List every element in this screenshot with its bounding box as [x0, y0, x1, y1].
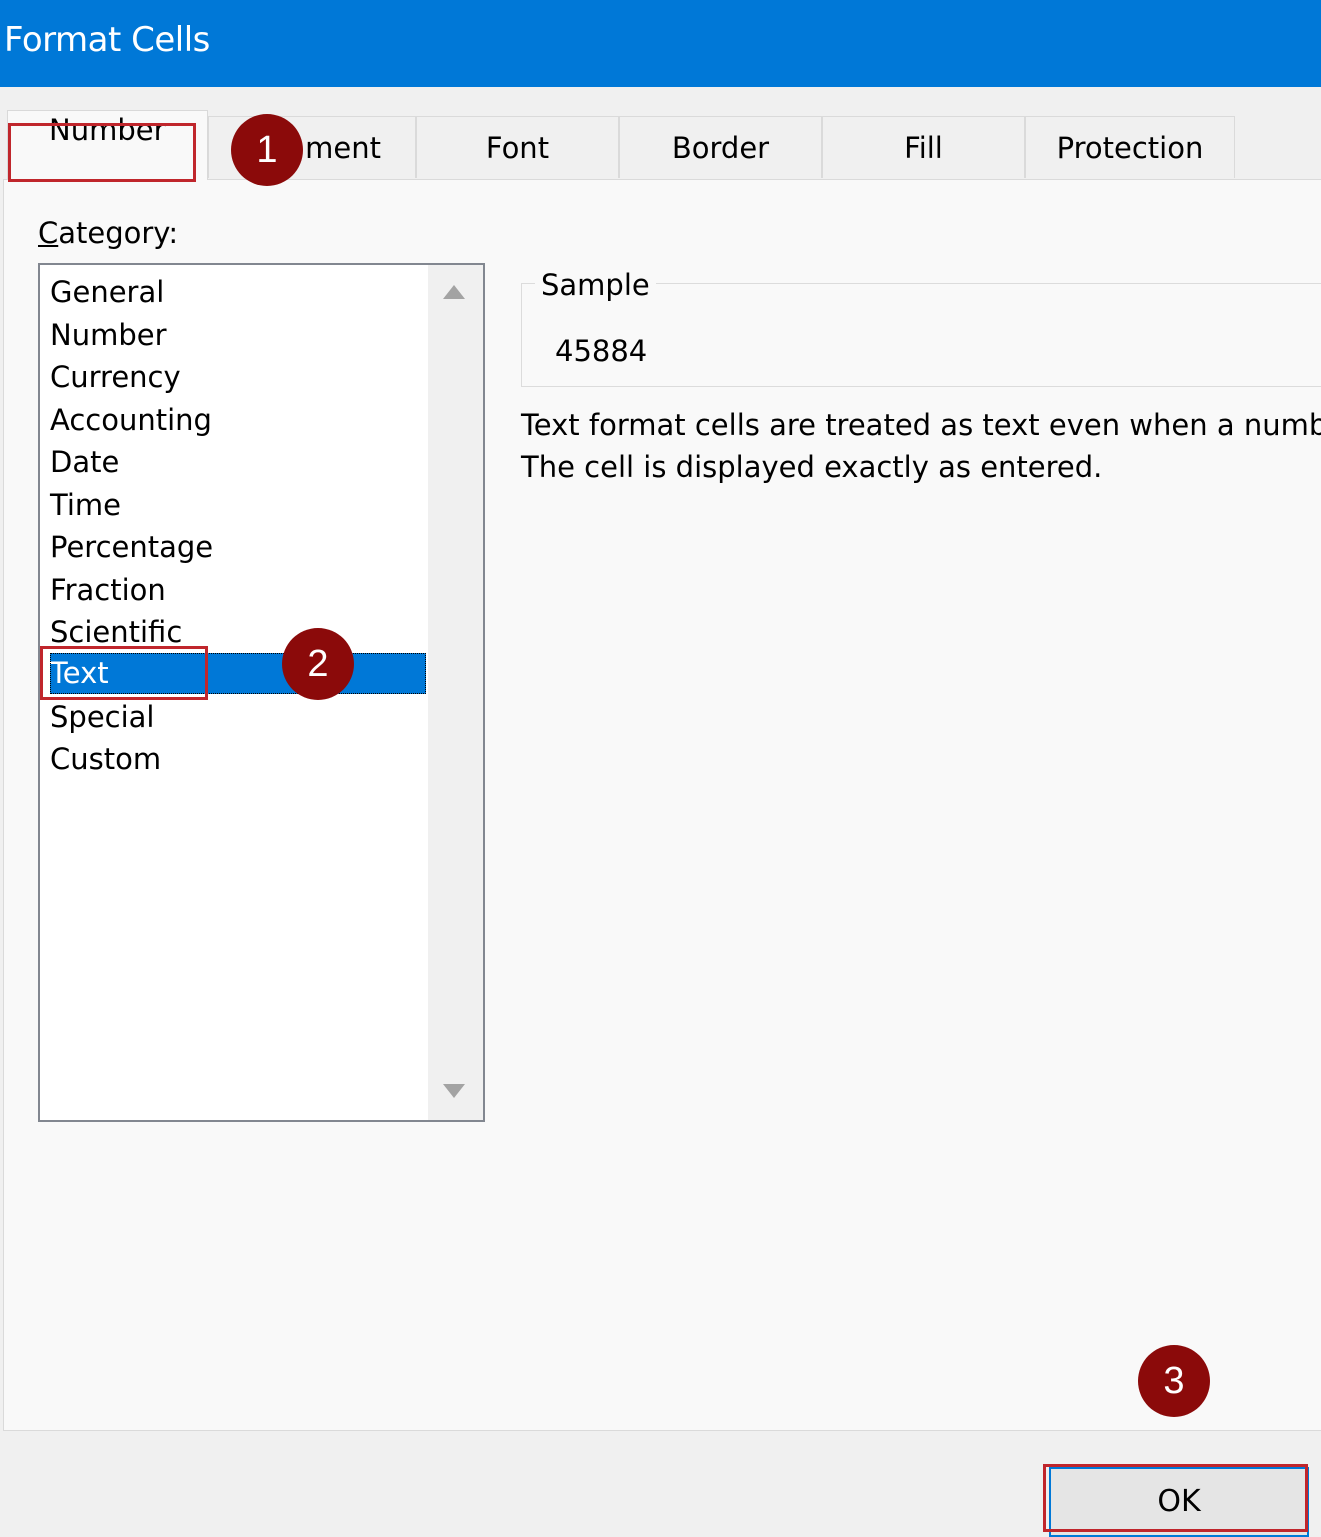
category-listbox[interactable]: General Number Currency Accounting Date … — [38, 263, 485, 1122]
category-item-special[interactable]: Special — [50, 697, 426, 738]
category-item-date[interactable]: Date — [50, 442, 426, 483]
category-item-number[interactable]: Number — [50, 315, 426, 356]
tab-border-label: Border — [671, 131, 770, 165]
category-item-currency[interactable]: Currency — [50, 357, 426, 398]
category-item-fraction[interactable]: Fraction — [50, 570, 426, 611]
step-3-badge: 3 — [1138, 1345, 1210, 1417]
tab-fill-label: Fill — [904, 131, 943, 165]
step-1-badge: 1 — [231, 114, 303, 186]
category-label: Category: — [38, 216, 179, 250]
tab-protection[interactable]: Protection — [1025, 116, 1235, 178]
format-description-line1: Text format cells are treated as text ev… — [521, 408, 1321, 442]
sample-legend: Sample — [535, 268, 656, 302]
scroll-down-arrow-icon[interactable] — [443, 1084, 465, 1098]
ok-button[interactable]: OK — [1049, 1467, 1309, 1537]
category-item-general[interactable]: General — [50, 272, 426, 313]
step-2-badge: 2 — [282, 628, 354, 700]
category-item-time[interactable]: Time — [50, 485, 426, 526]
tab-font-label: Font — [485, 131, 550, 165]
dialog-titlebar: Format Cells — [0, 0, 1321, 87]
tab-alignment-label: ment — [305, 131, 381, 165]
category-item-text[interactable]: Text — [50, 653, 426, 694]
tab-number[interactable]: Number — [7, 110, 208, 180]
category-item-custom[interactable]: Custom — [50, 739, 426, 780]
tab-font[interactable]: Font — [416, 116, 619, 178]
category-item-accounting[interactable]: Accounting — [50, 400, 426, 441]
tab-border[interactable]: Border — [619, 116, 822, 178]
scroll-up-arrow-icon[interactable] — [443, 285, 465, 299]
dialog-title: Format Cells — [4, 20, 210, 60]
tab-protection-label: Protection — [1056, 131, 1204, 165]
tab-number-label: Number — [49, 113, 166, 147]
tab-fill[interactable]: Fill — [822, 116, 1025, 178]
sample-value: 45884 — [555, 334, 648, 368]
category-item-scientific[interactable]: Scientific — [50, 612, 426, 653]
format-description-line2: The cell is displayed exactly as entered… — [521, 450, 1103, 484]
category-scrollbar[interactable] — [428, 265, 483, 1120]
category-item-percentage[interactable]: Percentage — [50, 527, 426, 568]
